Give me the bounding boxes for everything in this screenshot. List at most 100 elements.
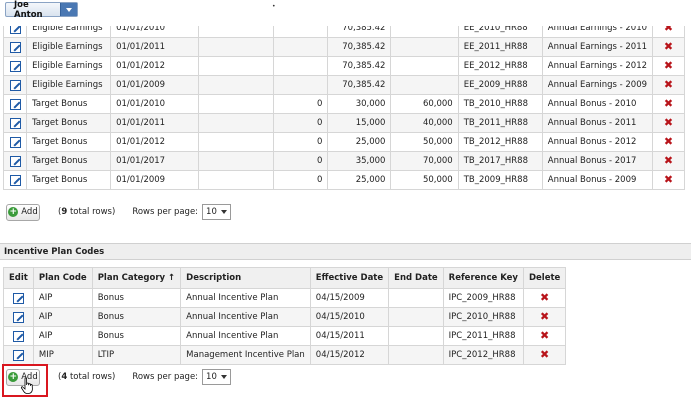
edit-icon[interactable] — [12, 349, 24, 361]
table-row: Eligible Earnings 01/01/2012 70,385.42 EE_2… — [2, 56, 685, 76]
cell-ref: IPC_2011_HR88 — [442, 326, 524, 346]
edit-icon[interactable] — [12, 311, 24, 323]
delete-icon[interactable]: ✖ — [664, 41, 673, 52]
cell-plan_code: AIP — [32, 288, 93, 308]
delete-icon[interactable]: ✖ — [664, 26, 673, 33]
delete-cell: ✖ — [652, 26, 685, 38]
edit-icon[interactable] — [9, 79, 21, 91]
col-header-effective-date[interactable]: Effective Date — [309, 267, 390, 289]
edit-icon[interactable] — [9, 26, 21, 34]
cell-type: Target Bonus — [26, 151, 112, 171]
cell-ref: IPC_2009_HR88 — [442, 288, 524, 308]
cell-c6 — [390, 26, 459, 38]
cell-amount: 70,385.42 — [327, 26, 392, 38]
delete-icon[interactable]: ✖ — [664, 136, 673, 147]
cell-description: Annual Incentive Plan — [180, 326, 311, 346]
delete-icon[interactable]: ✖ — [540, 330, 549, 341]
edit-icon[interactable] — [9, 117, 21, 129]
total-rows: (9 total rows) — [58, 207, 116, 217]
cell-amount: 25,000 — [327, 132, 392, 152]
cell-effective: 04/15/2010 — [309, 307, 390, 327]
cell-end — [388, 345, 444, 365]
edit-cell — [2, 56, 28, 76]
chevron-down-icon[interactable] — [60, 3, 77, 16]
table-row: AIP Bonus Annual Incentive Plan 04/15/2010 I… — [3, 307, 567, 327]
delete-icon[interactable]: ✖ — [540, 311, 549, 322]
cell-description: Annual Incentive Plan — [180, 288, 311, 308]
cell-date: 01/01/2010 — [110, 26, 200, 38]
cell-date: 01/01/2017 — [110, 151, 200, 171]
cell-effective: 04/15/2009 — [309, 288, 390, 308]
cell-category: Bonus — [91, 326, 182, 346]
rows-per-page-select[interactable]: 10 — [202, 204, 232, 220]
delete-icon[interactable]: ✖ — [664, 60, 673, 71]
cell-type: Target Bonus — [26, 94, 112, 114]
edit-icon[interactable] — [9, 136, 21, 148]
rows-per-page-label: Rows per page: — [132, 207, 199, 217]
edit-cell — [2, 151, 28, 171]
col-header-end-date[interactable]: End Date — [388, 267, 444, 289]
earnings-table: Eligible Earnings 01/01/2010 70,385.42 EE_2… — [2, 26, 685, 190]
delete-icon[interactable]: ✖ — [540, 349, 549, 360]
cell-c6: 50,000 — [390, 132, 459, 152]
col-header-plan-code[interactable]: Plan Code — [32, 267, 93, 289]
table-row: Eligible Earnings 01/01/2010 70,385.42 EE_2… — [2, 26, 685, 38]
edit-icon[interactable] — [9, 41, 21, 53]
delete-icon[interactable]: ✖ — [540, 292, 549, 303]
cell-desc: Annual Bonus - 2009 — [541, 170, 654, 190]
col-header-reference-key[interactable]: Reference Key — [442, 267, 524, 289]
table-row: Target Bonus 01/01/2017 0 35,000 70,000 TB_20… — [2, 151, 685, 171]
col-header-edit: Edit — [3, 267, 34, 289]
table-row: Eligible Earnings 01/01/2011 70,385.42 EE_2… — [2, 37, 685, 57]
col-header-plan-category[interactable]: Plan Category ↑ — [91, 267, 182, 289]
cell-ref: EE_2012_HR88 — [457, 56, 543, 76]
edit-cell — [2, 113, 28, 133]
cell-amount: 25,000 — [327, 170, 392, 190]
edit-icon[interactable] — [12, 292, 24, 304]
user-name: Joe Anton — [14, 0, 43, 20]
edit-icon[interactable] — [9, 155, 21, 167]
rows-per-page-value: 10 — [206, 207, 217, 217]
cell-c3 — [198, 94, 274, 114]
delete-cell: ✖ — [522, 307, 567, 327]
cell-c3 — [198, 37, 274, 57]
cell-amount: 15,000 — [327, 113, 392, 133]
cell-desc: Annual Earnings - 2012 — [541, 56, 654, 76]
cell-ref: EE_2011_HR88 — [457, 37, 543, 57]
delete-cell: ✖ — [652, 75, 685, 95]
delete-icon[interactable]: ✖ — [664, 79, 673, 90]
edit-icon[interactable] — [12, 330, 24, 342]
cell-category: Bonus — [91, 307, 182, 327]
cell-c6: 60,000 — [390, 94, 459, 114]
cell-ref: TB_2011_HR88 — [457, 113, 543, 133]
cell-c6: 70,000 — [390, 151, 459, 171]
rows-per-page-select[interactable]: 10 — [202, 369, 232, 385]
delete-icon[interactable]: ✖ — [664, 98, 673, 109]
edit-icon[interactable] — [9, 98, 21, 110]
col-header-description[interactable]: Description — [180, 267, 311, 289]
chevron-down-icon — [221, 375, 228, 379]
cell-category: LTIP — [91, 345, 182, 365]
earnings-add-button[interactable]: + Add — [6, 203, 40, 221]
user-menu-button[interactable]: Joe Anton — [5, 0, 78, 20]
table-row: Target Bonus 01/01/2012 0 25,000 50,000 TB_20… — [2, 132, 685, 152]
cell-type: Target Bonus — [26, 113, 112, 133]
edit-icon[interactable] — [9, 60, 21, 72]
cell-ref: TB_2012_HR88 — [457, 132, 543, 152]
cell-date: 01/01/2012 — [110, 56, 200, 76]
cell-c6 — [390, 56, 459, 76]
edit-icon[interactable] — [9, 174, 21, 186]
cell-type: Target Bonus — [26, 170, 112, 190]
cell-date: 01/01/2012 — [110, 132, 200, 152]
cell-end — [388, 326, 444, 346]
delete-icon[interactable]: ✖ — [664, 117, 673, 128]
delete-icon[interactable]: ✖ — [664, 155, 673, 166]
cell-ref: IPC_2012_HR88 — [442, 345, 524, 365]
edit-cell — [2, 37, 28, 57]
incentive-plan-table: Edit Plan Code Plan Category ↑ Descripti… — [3, 267, 567, 365]
cell-c6 — [390, 37, 459, 57]
cell-amount: 30,000 — [327, 94, 392, 114]
cell-c4: 0 — [272, 94, 329, 114]
delete-icon[interactable]: ✖ — [664, 174, 673, 185]
cell-c4 — [272, 26, 329, 38]
